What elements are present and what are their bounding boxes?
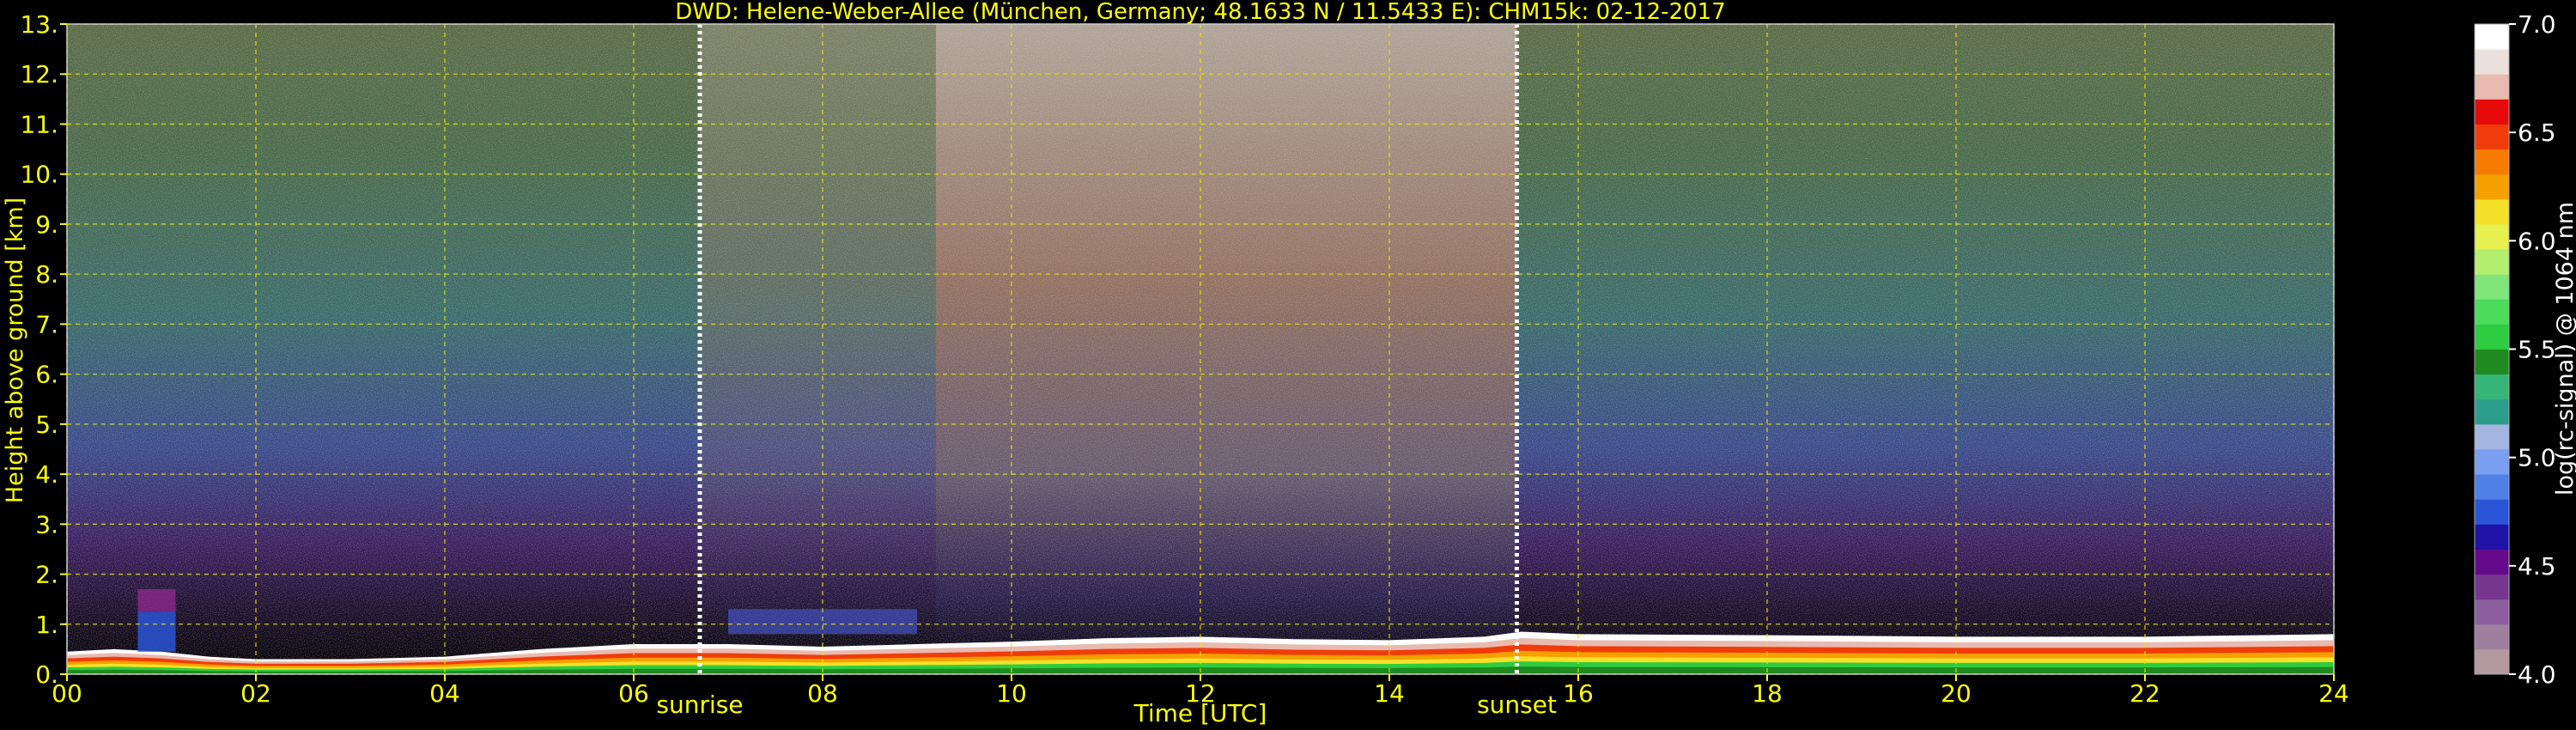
y-tick-label: 6. xyxy=(35,361,58,389)
x-tick-label: 14 xyxy=(1374,679,1405,708)
y-axis-label: Height above ground [km] xyxy=(2,198,28,503)
colorbar-segment xyxy=(2475,49,2509,75)
residual-layer xyxy=(728,609,917,635)
colorbar-segment xyxy=(2475,549,2509,575)
colorbar-segment xyxy=(2475,324,2509,350)
x-tick-label: 20 xyxy=(1941,679,1971,708)
x-tick-label: 08 xyxy=(807,679,838,708)
colorbar-segment xyxy=(2475,574,2509,600)
x-tick-label: 06 xyxy=(618,679,649,708)
colorbar-tick-label: 5.0 xyxy=(2518,444,2556,472)
y-tick-label: 8. xyxy=(35,260,58,289)
colorbar-tick-label: 4.5 xyxy=(2518,552,2556,581)
colorbar-segment xyxy=(2475,99,2509,125)
colorbar-tick-label: 4.0 xyxy=(2518,660,2556,689)
y-tick-label: 10. xyxy=(20,161,58,189)
colorbar-tick-label: 6.0 xyxy=(2518,227,2556,255)
colorbar: 4.0 4.5 5.0 5.5 6.0 6.5 7.0 xyxy=(2474,10,2556,689)
colorbar-segment xyxy=(2475,524,2509,550)
colorbar-segment xyxy=(2475,223,2509,250)
x-tick-label: 04 xyxy=(429,679,460,708)
colorbar-segment xyxy=(2475,474,2509,500)
chart-title: DWD: Helene-Weber-Allee (München, German… xyxy=(675,0,1726,25)
x-tick-label: 24 xyxy=(2318,679,2349,708)
colorbar-segment xyxy=(2475,249,2509,275)
colorbar-label: log(rc-signal) @ 1064 nm xyxy=(2552,202,2576,496)
x-tick-label: 16 xyxy=(1563,679,1594,708)
colorbar-segment xyxy=(2475,624,2509,650)
ceilometer-chart: sunrise sunset 00 02 04 06 08 10 12 14 16 18 20 22 24… xyxy=(2,0,2576,727)
colorbar-segment xyxy=(2475,198,2509,225)
x-tick-label: 22 xyxy=(2129,679,2160,708)
colorbar-segment xyxy=(2475,648,2509,675)
x-tick-label: 02 xyxy=(240,679,271,708)
y-tick-label: 9. xyxy=(35,210,58,239)
colorbar-segment xyxy=(2475,274,2509,300)
x-tick-label: 18 xyxy=(1752,679,1783,708)
y-tick-label: 0. xyxy=(35,660,58,689)
colorbar-segment xyxy=(2475,448,2509,475)
colorbar-segment xyxy=(2475,74,2509,100)
y-tick-label: 11. xyxy=(20,110,58,138)
low-cloud-top xyxy=(137,589,176,612)
colorbar-segment xyxy=(2475,24,2509,50)
y-tick-label: 12. xyxy=(20,60,58,88)
colorbar-tick-label: 7.0 xyxy=(2518,10,2556,39)
colorbar-segment xyxy=(2475,173,2509,200)
marker-label-sunset: sunset xyxy=(1477,690,1557,719)
y-tick-label: 5. xyxy=(35,411,58,439)
colorbar-segment xyxy=(2475,299,2509,325)
y-tick-label: 1. xyxy=(35,611,58,639)
y-tick-label: 7. xyxy=(35,310,58,338)
colorbar-segment xyxy=(2475,124,2509,150)
colorbar-segment xyxy=(2475,423,2509,450)
y-tick-label: 13. xyxy=(20,10,58,39)
marker-label-sunrise: sunrise xyxy=(656,690,743,719)
colorbar-segment xyxy=(2475,349,2509,375)
colorbar-segment xyxy=(2475,398,2509,425)
colorbar-segment xyxy=(2475,149,2509,175)
x-axis-label: Time [UTC] xyxy=(1133,699,1267,727)
y-tick-label: 3. xyxy=(35,510,58,538)
y-tick-label: 2. xyxy=(35,561,58,589)
y-tick-label: 4. xyxy=(35,460,58,489)
colorbar-segment xyxy=(2475,374,2509,400)
colorbar-segment xyxy=(2475,599,2509,625)
colorbar-segment xyxy=(2475,499,2509,525)
colorbar-tick-label: 5.5 xyxy=(2518,336,2556,364)
x-tick-label: 10 xyxy=(996,679,1027,708)
colorbar-tick-label: 6.5 xyxy=(2518,119,2556,147)
low-cloud-layer xyxy=(137,611,176,652)
